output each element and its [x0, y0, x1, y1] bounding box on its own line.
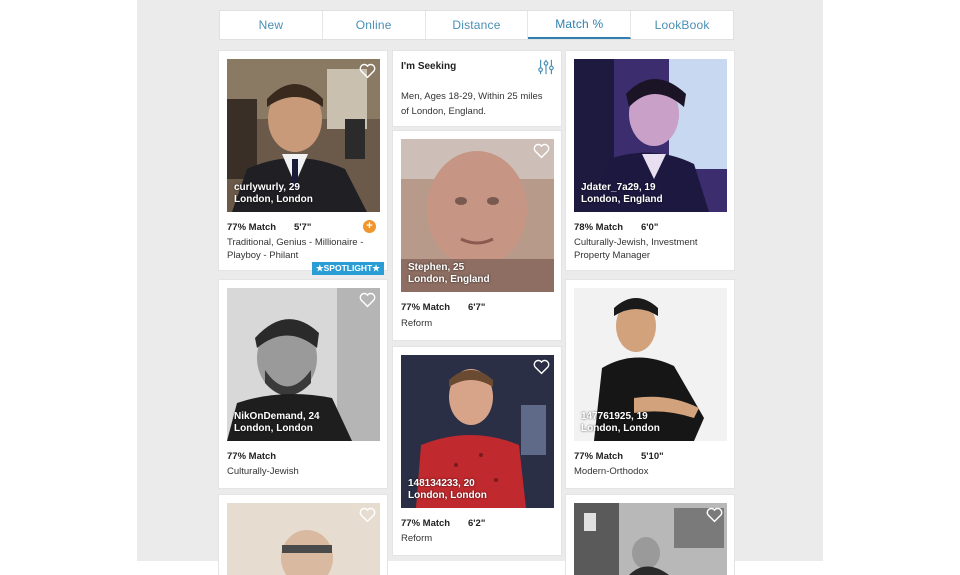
profile-card-partial[interactable] [566, 495, 734, 575]
profile-photo[interactable]: curlywurly, 29 London, London [227, 59, 380, 212]
profile-description: Culturally-Jewish [227, 466, 299, 477]
profile-height: 6'7" [468, 302, 486, 313]
match-percent: 77% Match [401, 302, 451, 313]
profile-photo[interactable]: Stephen, 25 London, England [401, 139, 554, 292]
match-percent: 77% Match [227, 222, 277, 233]
tab-online[interactable]: Online [323, 11, 426, 39]
profile-meta: 77% Match 5'10" [574, 451, 664, 462]
profile-overlay: 148134233, 20 London, London [408, 478, 487, 502]
match-percent: 77% Match [574, 451, 624, 462]
tab-new[interactable]: New [220, 11, 323, 39]
profile-meta: 77% Match [227, 451, 276, 462]
tab-distance[interactable]: Distance [426, 11, 529, 39]
profile-location: London, London [234, 194, 313, 205]
heart-icon[interactable] [533, 359, 550, 375]
profile-photo[interactable]: 148134233, 20 London, London [401, 355, 554, 508]
profile-description: Culturally-Jewish, Investment Property M… [574, 237, 698, 261]
seeking-card[interactable]: I'm Seeking Men, Ages 18-29, Within 25 m… [393, 51, 561, 126]
profile-card-stephen[interactable]: Stephen, 25 London, England 77% Match 6'… [393, 131, 561, 340]
profile-location: London, England [408, 274, 490, 285]
profile-photo[interactable] [227, 503, 380, 575]
profile-location: London, London [234, 423, 313, 434]
tab-match[interactable]: Match % [528, 11, 632, 39]
heart-icon[interactable] [706, 507, 723, 523]
profile-name: Jdater_7a29, 19 [581, 182, 656, 193]
profile-overlay: 147761925, 19 London, London [581, 411, 660, 435]
profile-photo[interactable] [574, 503, 727, 575]
profile-name: NikOnDemand, 24 [234, 411, 320, 422]
profile-name: Stephen, 25 [408, 262, 465, 273]
profile-card-partial[interactable] [219, 495, 387, 575]
profile-name: 148134233, 20 [408, 478, 475, 489]
profile-photo[interactable]: Jdater_7a29, 19 London, England [574, 59, 727, 212]
profile-description: Reform [401, 318, 433, 329]
profile-overlay: curlywurly, 29 London, London [234, 182, 313, 206]
match-percent: 77% Match [227, 451, 277, 462]
profile-photo[interactable]: 147761925, 19 London, London [574, 288, 727, 441]
profile-overlay: Stephen, 25 London, England [408, 262, 490, 286]
profile-description: Reform [401, 533, 433, 544]
plus-icon[interactable]: + [363, 220, 376, 233]
profile-meta: 77% Match 6'2" [401, 518, 485, 529]
profile-card-147761925[interactable]: 147761925, 19 London, London 77% Match 5… [566, 280, 734, 488]
profile-meta: 77% Match 6'7" [401, 302, 485, 313]
profile-overlay: Jdater_7a29, 19 London, England [581, 182, 663, 206]
profile-card-curlywurly[interactable]: curlywurly, 29 London, London 77% Match … [219, 51, 387, 275]
match-percent: 77% Match [401, 518, 451, 529]
seeking-criteria: Men, Ages 18-29, Within 25 miles of Lond… [401, 91, 543, 117]
heart-icon[interactable] [359, 507, 376, 523]
spotlight-badge: ★SPOTLIGHT★ [312, 262, 384, 275]
profile-height: 6'0" [641, 222, 659, 233]
profile-location: London, England [581, 194, 663, 205]
match-percent: 78% Match [574, 222, 624, 233]
heart-icon[interactable] [359, 292, 376, 308]
profile-description: Traditional, Genius - Millionaire - Play… [227, 237, 364, 261]
profile-height: 5'10" [641, 451, 664, 462]
profile-card-jdater[interactable]: Jdater_7a29, 19 London, England 78% Matc… [566, 51, 734, 270]
heart-icon[interactable] [359, 63, 376, 79]
profile-meta: 77% Match 5'7" [227, 222, 311, 233]
profile-location: London, London [408, 490, 487, 501]
profile-height: 5'7" [294, 222, 312, 233]
profile-location: London, London [581, 423, 660, 434]
profile-overlay: NikOnDemand, 24 London, London [234, 411, 320, 435]
seeking-title: I'm Seeking [401, 61, 457, 72]
profile-meta: 78% Match 6'0" [574, 222, 658, 233]
profile-name: 147761925, 19 [581, 411, 648, 422]
heart-icon[interactable] [533, 143, 550, 159]
profile-description: Modern-Orthodox [574, 466, 649, 477]
profile-card-nikondemand[interactable]: NikOnDemand, 24 London, London 77% Match… [219, 280, 387, 488]
sort-tabs: New Online Distance Match % LookBook [219, 10, 734, 40]
profile-height: 6'2" [468, 518, 486, 529]
profile-photo[interactable]: NikOnDemand, 24 London, London [227, 288, 380, 441]
profile-name: curlywurly, 29 [234, 182, 300, 193]
app-container: New Online Distance Match % LookBook cur [137, 0, 823, 575]
sliders-icon[interactable] [537, 58, 555, 76]
profile-card-148134233[interactable]: 148134233, 20 London, London 77% Match 6… [393, 347, 561, 555]
tab-lookbook[interactable]: LookBook [631, 11, 733, 39]
